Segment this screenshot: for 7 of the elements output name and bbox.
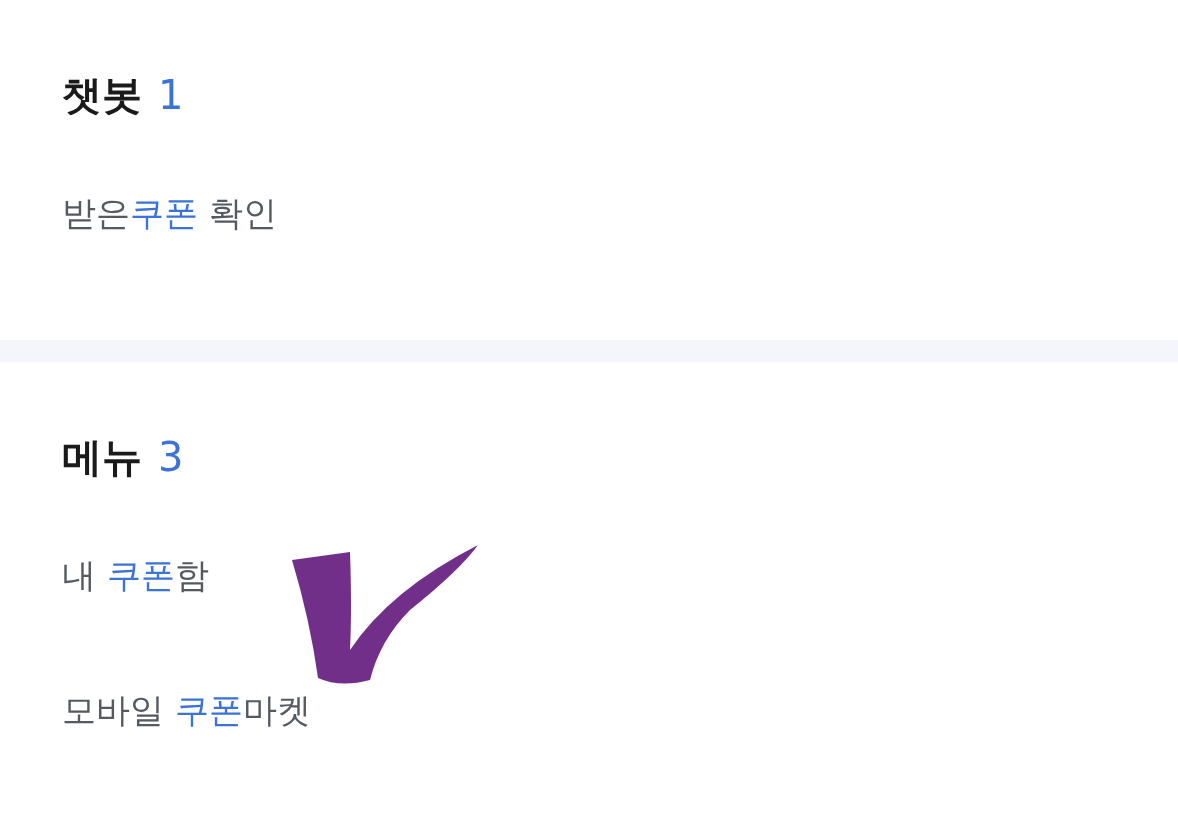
section-title: 메뉴 [62, 432, 142, 482]
menu-item[interactable]: 받은쿠폰 확인 [62, 188, 277, 238]
menu-item[interactable]: 내 쿠폰함 [62, 550, 209, 600]
section-title: 챗봇 [62, 70, 142, 120]
section-count: 3 [158, 434, 184, 480]
section-count: 1 [158, 72, 184, 118]
menu-item[interactable]: 모바일 쿠폰마켓 [62, 685, 311, 735]
